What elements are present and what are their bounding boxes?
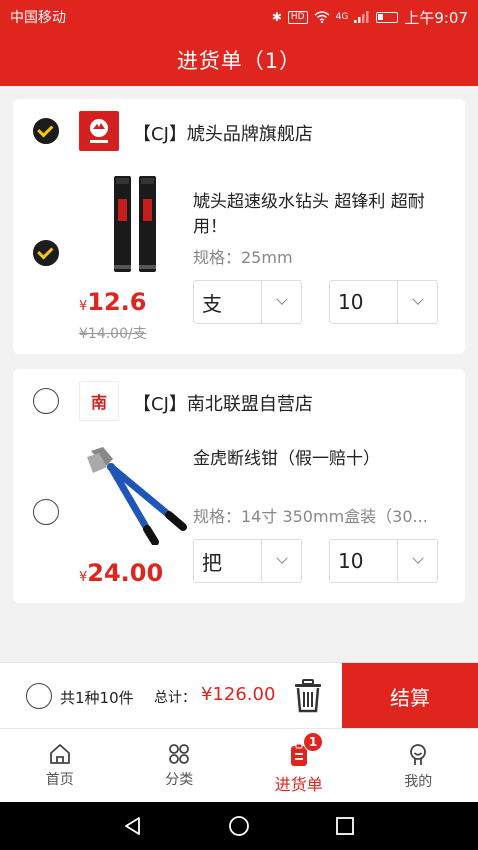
hd-icon: HD <box>287 10 308 24</box>
shop-name[interactable]: 【CJ】虓头品牌旗舰店 <box>133 120 313 146</box>
shop-logo[interactable]: 南 <box>79 381 119 421</box>
price-value: 24.00 <box>87 559 164 587</box>
status-bar: 中国移动 ✱ HD 4G 上午9:07 <box>0 0 478 34</box>
tab-label: 分类 <box>165 772 194 788</box>
brand-logo-icon <box>90 119 108 143</box>
checkout-button[interactable]: 结算 <box>342 663 478 729</box>
product-spec: 规格：25mm <box>193 248 293 267</box>
item-count: 共1种10件 <box>60 689 134 707</box>
unit-value: 支 <box>202 291 222 316</box>
category-icon <box>169 744 190 764</box>
tab-label: 进货单 <box>274 775 323 794</box>
wifi-icon <box>314 11 330 23</box>
carrier-name: 中国移动 <box>10 10 66 26</box>
quantity-value: 10 <box>338 290 364 314</box>
quantity-value: 10 <box>338 549 364 573</box>
product-title[interactable]: 金虎断线钳（假一赔十） <box>193 447 453 472</box>
product-price: ¥24.00 <box>79 559 163 587</box>
tab-order-list[interactable]: 1 进货单 <box>239 729 359 802</box>
home-icon <box>49 744 70 764</box>
home-button-icon[interactable] <box>227 814 251 838</box>
bluetooth-icon: ✱ <box>271 10 282 24</box>
quantity-select[interactable]: 10 <box>329 280 438 324</box>
tab-category[interactable]: 分类 <box>120 729 240 802</box>
shop-select-checkbox[interactable] <box>33 388 59 414</box>
unit-select[interactable]: 支 <box>193 280 302 324</box>
shop-header: 【CJ】虓头品牌旗舰店 <box>13 99 465 163</box>
tab-profile[interactable]: 我的 <box>359 729 478 802</box>
original-price: ¥14.00/支 <box>79 326 147 342</box>
total-amount: ¥126.00 <box>201 684 276 705</box>
shop-logo[interactable] <box>79 111 119 151</box>
battery-icon <box>376 11 399 23</box>
back-icon[interactable] <box>122 815 144 837</box>
unit-select[interactable]: 把 <box>193 539 302 583</box>
tab-home[interactable]: 首页 <box>0 729 120 802</box>
product-spec: 规格：14寸 350mm盒装（30... <box>193 507 428 526</box>
cart-item: 金虎断线钳（假一赔十） 规格：14寸 350mm盒装（30... ¥24.00 … <box>13 433 465 603</box>
network-type-label: 4G <box>335 12 349 22</box>
product-title[interactable]: 虓头超速级水钻头 超锋利 超耐用！ <box>193 190 453 240</box>
shop-name[interactable]: 【CJ】南北联盟自营店 <box>133 390 313 416</box>
chevron-down-icon[interactable] <box>261 281 301 323</box>
tab-label: 首页 <box>45 772 74 788</box>
shop-logo-text: 南 <box>90 393 107 412</box>
chevron-down-icon[interactable] <box>397 281 437 323</box>
chevron-down-icon[interactable] <box>397 540 437 582</box>
cart-item: 虓头超速级水钻头 超锋利 超耐用！ 规格：25mm ¥12.6 ¥14.00/支… <box>13 163 465 354</box>
price-value: 12.6 <box>87 288 147 316</box>
system-nav-bar <box>0 802 478 850</box>
status-icons: ✱ HD 4G 上午9:07 <box>272 7 468 28</box>
recents-icon[interactable] <box>334 815 356 837</box>
signal-icon <box>354 11 369 23</box>
product-price: ¥12.6 <box>79 288 147 316</box>
item-select-checkbox[interactable] <box>33 240 59 266</box>
shop-select-checkbox[interactable] <box>33 118 59 144</box>
cart-count-badge: 1 <box>303 732 323 752</box>
bottom-tab-bar: 首页 分类 1 进货单 我的 <box>0 728 478 802</box>
unit-value: 把 <box>202 550 222 575</box>
select-all-checkbox[interactable] <box>26 683 52 709</box>
quantity-select[interactable]: 10 <box>329 539 438 583</box>
clock: 上午9:07 <box>404 8 468 27</box>
profile-icon <box>410 744 427 765</box>
total-label: 总计： <box>154 690 196 706</box>
shop-header: 南 【CJ】南北联盟自营店 <box>13 369 465 433</box>
trash-icon[interactable] <box>293 679 323 713</box>
page-title: 进货单（1） <box>0 34 478 86</box>
item-select-checkbox[interactable] <box>33 499 59 525</box>
checkout-bar: 共1种10件 总计： ¥126.00 结算 <box>0 662 478 729</box>
product-image[interactable] <box>83 443 187 545</box>
product-image[interactable] <box>103 173 173 275</box>
chevron-down-icon[interactable] <box>261 540 301 582</box>
tab-label: 我的 <box>404 774 433 790</box>
